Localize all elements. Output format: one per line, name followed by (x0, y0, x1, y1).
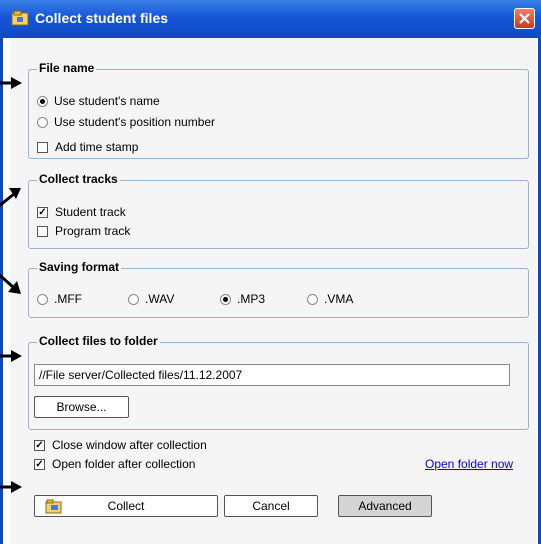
pointer-arrow-icon (0, 188, 21, 208)
format-mff-label: .MFF (54, 292, 82, 306)
option-student-name-label: Use student's name (54, 94, 160, 108)
student-track-checkbox[interactable]: ✓ (37, 206, 48, 218)
open-folder-option[interactable]: ✓ Open folder after collection (34, 456, 195, 472)
student-track-option[interactable]: ✓ Student track (37, 204, 126, 220)
timestamp-option[interactable]: Add time stamp (37, 139, 138, 155)
pointer-arrow-icon (0, 481, 22, 493)
open-folder-now-link[interactable]: Open folder now (425, 457, 513, 471)
file-name-legend: File name (37, 61, 97, 75)
radio-mff[interactable] (37, 293, 48, 305)
pointer-arrow-icon (0, 350, 22, 362)
close-after-option[interactable]: ✓ Close window after collection (34, 437, 207, 453)
format-option-mff[interactable]: .MFF (37, 291, 82, 307)
open-folder-label: Open folder after collection (52, 457, 196, 471)
format-mp3-label: .MP3 (237, 292, 266, 306)
radio-vma[interactable] (307, 293, 318, 305)
close-after-label: Close window after collection (52, 438, 207, 452)
folder-path-input[interactable] (34, 364, 510, 386)
student-track-label: Student track (55, 205, 126, 219)
window-title: Collect student files (35, 10, 169, 26)
collect-button[interactable]: Collect (34, 495, 218, 517)
collect-folder-legend: Collect files to folder (37, 334, 160, 348)
format-option-vma[interactable]: .VMA (307, 291, 353, 307)
format-wav-label: .WAV (145, 292, 175, 306)
saving-format-group: Saving format (28, 260, 529, 318)
cancel-button[interactable]: Cancel (224, 495, 318, 517)
collect-button-label: Collect (107, 499, 145, 513)
collect-student-files-dialog: Collect student files File name Use stud… (0, 0, 541, 544)
advanced-button[interactable]: Advanced (338, 495, 432, 517)
browse-button[interactable]: Browse... (34, 396, 129, 418)
saving-format-legend: Saving format (37, 260, 122, 274)
radio-wav[interactable] (128, 293, 139, 305)
close-icon (519, 13, 530, 24)
timestamp-label: Add time stamp (55, 140, 139, 154)
option-position-number[interactable]: Use student's position number (37, 114, 215, 130)
timestamp-checkbox[interactable] (37, 141, 48, 153)
collect-folder-icon (45, 499, 62, 514)
option-position-number-label: Use student's position number (54, 115, 216, 129)
program-track-checkbox[interactable] (37, 225, 48, 237)
radio-position-number[interactable] (37, 116, 48, 128)
pointer-arrow-icon (0, 273, 21, 294)
program-track-option[interactable]: Program track (37, 223, 130, 239)
pointer-arrow-icon (0, 77, 22, 89)
close-after-checkbox[interactable]: ✓ (34, 439, 45, 451)
format-option-mp3[interactable]: .MP3 (220, 291, 265, 307)
option-student-name[interactable]: Use student's name (37, 93, 160, 109)
format-option-wav[interactable]: .WAV (128, 291, 174, 307)
open-folder-checkbox[interactable]: ✓ (34, 458, 45, 470)
title-bar: Collect student files (0, 0, 541, 38)
collect-tracks-legend: Collect tracks (37, 172, 120, 186)
close-button[interactable] (514, 8, 535, 29)
radio-student-name[interactable] (37, 95, 48, 107)
program-track-label: Program track (55, 224, 131, 238)
radio-mp3[interactable] (220, 293, 231, 305)
app-icon (11, 10, 29, 26)
format-vma-label: .VMA (324, 292, 354, 306)
